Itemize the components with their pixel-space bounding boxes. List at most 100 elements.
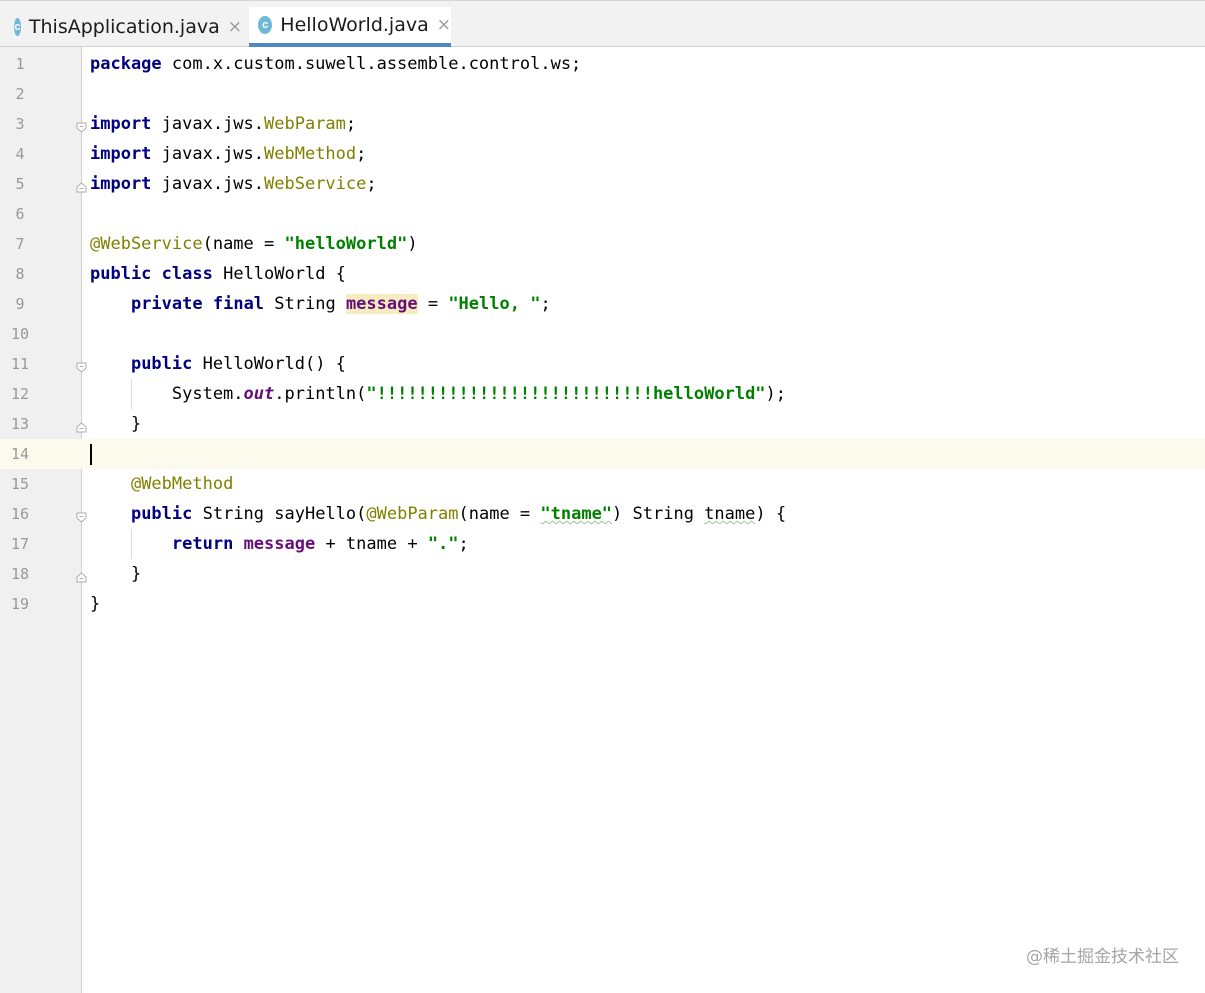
field-ref: message: [243, 534, 316, 554]
annotation: @WebService: [90, 234, 203, 254]
tab-hello-world[interactable]: c HelloWorld.java ×: [249, 7, 451, 47]
string-literal: "Hello, ": [448, 294, 541, 314]
code-line[interactable]: 4 import javax.jws.WebMethod;: [0, 139, 1205, 169]
code-line[interactable]: 16 public String sayHello(@WebParam(name…: [0, 499, 1205, 529]
code-text: HelloWorld() {: [192, 354, 346, 374]
line-number: 13: [10, 415, 30, 433]
string-literal: "helloWorld": [284, 234, 408, 254]
annotation: @WebMethod: [130, 474, 234, 494]
line-number: 7: [15, 235, 25, 253]
code-text: javax.jws.: [151, 144, 265, 164]
code-text: }: [90, 564, 142, 584]
line-number: 18: [10, 565, 30, 583]
code-text: String sayHello(: [192, 504, 367, 524]
close-icon[interactable]: ×: [228, 17, 242, 37]
line-number: 14: [10, 445, 30, 463]
code-text: import javax.jws.WebParam;: [90, 109, 356, 139]
tab-label: ThisApplication.java: [28, 16, 220, 38]
code-line[interactable]: 6: [0, 199, 1205, 229]
code-text: =: [417, 294, 449, 314]
annotation: WebParam: [264, 114, 346, 134]
line-number: 11: [10, 355, 30, 373]
code-line[interactable]: 18 }: [0, 559, 1205, 589]
code-line[interactable]: 3 import javax.jws.WebParam;: [0, 109, 1205, 139]
string-literal: "!!!!!!!!!!!!!!!!!!!!!!!!!!!helloWorld": [366, 384, 766, 404]
watermark: @稀土掘金技术社区: [1026, 947, 1179, 967]
code-line[interactable]: 17 return message + tname + ".";: [0, 529, 1205, 559]
code-editor[interactable]: 1 package com.x.custom.suwell.assemble.co…: [0, 47, 1205, 993]
code-line[interactable]: 11 public HelloWorld() {: [0, 349, 1205, 379]
line-number: 9: [15, 295, 25, 313]
code-text: @WebService(name = "helloWorld"): [90, 229, 418, 259]
code-line[interactable]: 14: [0, 439, 1205, 469]
code-text: public class HelloWorld {: [90, 259, 346, 289]
java-class-icon: c: [14, 18, 21, 36]
code-text: package com.x.custom.suwell.assemble.con…: [90, 49, 581, 79]
code-text: }: [90, 594, 101, 614]
code-text: public String sayHello(@WebParam(name = …: [90, 499, 786, 529]
code-text: com.x.custom.suwell.assemble.control.ws;: [161, 54, 582, 74]
keyword: return: [171, 534, 234, 554]
string-literal: ".": [427, 534, 459, 554]
annotation: @WebParam: [366, 504, 459, 524]
code-text: String: [264, 294, 346, 314]
code-line[interactable]: 13 }: [0, 409, 1205, 439]
code-text: }: [90, 559, 141, 589]
editor-tab-bar: c ThisApplication.java × c HelloWorld.ja…: [0, 0, 1205, 47]
code-text: @WebMethod: [90, 469, 233, 499]
line-number: 1: [15, 55, 25, 73]
line-number: 2: [15, 85, 25, 103]
code-line[interactable]: 12 System.out.println("!!!!!!!!!!!!!!!!!…: [0, 379, 1205, 409]
line-number: 3: [15, 115, 25, 133]
annotation: WebMethod: [264, 144, 357, 164]
code-text: private final String message = "Hello, "…: [90, 289, 551, 319]
keyword: import: [90, 114, 152, 134]
code-text: javax.jws.: [151, 114, 265, 134]
code-line[interactable]: 5 import javax.jws.WebService;: [0, 169, 1205, 199]
code-text: ;: [540, 294, 551, 314]
code-line[interactable]: 9 private final String message = "Hello,…: [0, 289, 1205, 319]
code-text: ) String: [612, 504, 705, 524]
keyword: final: [212, 294, 265, 314]
fold-end-icon[interactable]: [76, 178, 87, 193]
code-text: }: [90, 414, 142, 434]
line-number: 8: [15, 265, 25, 283]
line-number: 19: [10, 595, 30, 613]
keyword: package: [90, 54, 162, 74]
keyword: import: [90, 144, 152, 164]
code-line[interactable]: 2: [0, 79, 1205, 109]
code-text: }: [90, 589, 100, 619]
code-line[interactable]: 10: [0, 319, 1205, 349]
field-ref: message: [345, 294, 418, 314]
code-text: javax.jws.: [151, 174, 265, 194]
line-number: 4: [15, 145, 25, 163]
tab-this-application[interactable]: c ThisApplication.java ×: [14, 7, 242, 47]
code-line[interactable]: 7 @WebService(name = "helloWorld"): [0, 229, 1205, 259]
code-line[interactable]: 15 @WebMethod: [0, 469, 1205, 499]
line-number: 17: [10, 535, 30, 553]
code-text: ;: [356, 144, 367, 164]
fold-end-icon[interactable]: [76, 568, 87, 583]
code-text: + tname +: [315, 534, 428, 554]
code-line[interactable]: 1 package com.x.custom.suwell.assemble.co…: [0, 49, 1205, 79]
code-text: (name =: [458, 504, 541, 524]
line-number: 15: [10, 475, 30, 493]
code-text: ;: [458, 534, 469, 554]
code-text: .println(: [274, 384, 367, 404]
fold-collapse-icon[interactable]: [76, 118, 87, 133]
fold-collapse-icon[interactable]: [76, 358, 87, 373]
keyword: class: [161, 264, 213, 284]
code-line[interactable]: 8 public class HelloWorld {: [0, 259, 1205, 289]
annotation: WebService: [264, 174, 367, 194]
fold-end-icon[interactable]: [76, 418, 87, 433]
code-line[interactable]: 19}: [0, 589, 1205, 619]
keyword: public: [130, 354, 193, 374]
line-number: 6: [15, 205, 25, 223]
code-text: import javax.jws.WebMethod;: [90, 139, 366, 169]
close-icon[interactable]: ×: [437, 15, 451, 35]
fold-collapse-icon[interactable]: [76, 508, 87, 523]
